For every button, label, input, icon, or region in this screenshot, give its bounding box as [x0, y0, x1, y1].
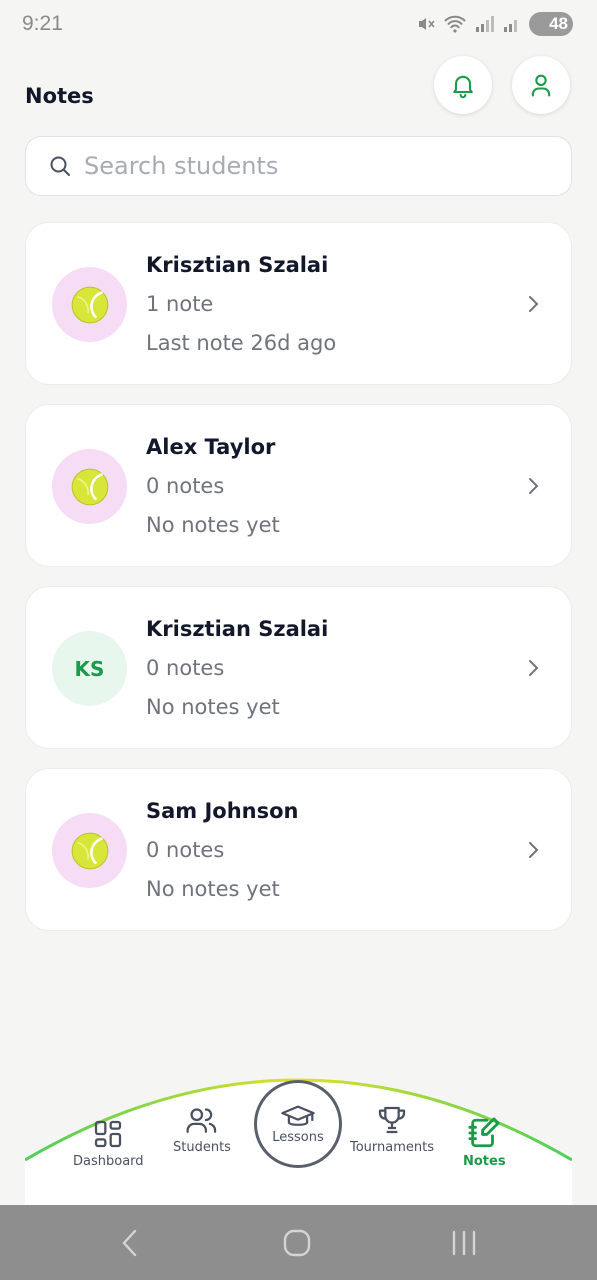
mute-icon	[419, 18, 435, 30]
bottom-navigation: Dashboard Students Lessons Tournaments N…	[25, 1060, 572, 1206]
wifi-icon	[444, 15, 466, 33]
avatar	[52, 267, 127, 342]
note-count: 0 notes	[146, 656, 225, 680]
page-title: Notes	[25, 84, 94, 108]
home-icon[interactable]	[282, 1227, 312, 1259]
student-name: Alex Taylor	[146, 435, 276, 459]
chevron-right-icon	[529, 296, 539, 312]
nav-notes[interactable]: Notes	[463, 1116, 506, 1169]
system-navigation-bar	[0, 1205, 597, 1280]
tennis-ball-icon	[71, 286, 108, 323]
nav-dashboard[interactable]: Dashboard	[73, 1118, 144, 1169]
student-card[interactable]: Alex Taylor 0 notes No notes yet	[25, 404, 572, 567]
last-note: Last note 26d ago	[146, 331, 337, 355]
nav-tournaments-label: Tournaments	[350, 1140, 435, 1155]
signal-icon	[476, 16, 494, 32]
student-card[interactable]: KS Krisztian Szalai 0 notes No notes yet	[25, 586, 572, 749]
tennis-ball-icon	[71, 468, 108, 505]
signal-icon-2	[504, 20, 517, 32]
student-name: Krisztian Szalai	[146, 253, 329, 277]
student-card[interactable]: Krisztian Szalai 1 note Last note 26d ag…	[25, 222, 572, 385]
search-icon	[50, 156, 70, 176]
profile-button[interactable]	[512, 56, 570, 114]
bell-icon	[453, 75, 473, 99]
search-input[interactable]	[84, 152, 524, 180]
chevron-right-icon	[529, 842, 539, 858]
user-icon	[531, 74, 551, 97]
avatar-initials: KS	[52, 631, 127, 706]
chevron-right-icon	[529, 660, 539, 676]
back-icon[interactable]	[118, 1227, 142, 1259]
student-name: Krisztian Szalai	[146, 617, 329, 641]
search-bar[interactable]	[25, 136, 572, 196]
students-icon	[186, 1108, 217, 1133]
status-icons: 48	[417, 12, 573, 36]
student-card[interactable]: Sam Johnson 0 notes No notes yet	[25, 768, 572, 931]
last-note: No notes yet	[146, 695, 280, 719]
last-note: No notes yet	[146, 877, 280, 901]
note-count: 0 notes	[146, 838, 225, 862]
chevron-right-icon	[529, 478, 539, 494]
status-bar: 9:21 48	[0, 0, 597, 50]
avatar	[52, 813, 127, 888]
note-count: 1 note	[146, 292, 214, 316]
graduation-cap-icon	[281, 1104, 315, 1126]
tennis-ball-icon	[71, 832, 108, 869]
recents-icon[interactable]	[450, 1227, 478, 1259]
avatar	[52, 449, 127, 524]
student-name: Sam Johnson	[146, 799, 299, 823]
dashboard-icon	[95, 1120, 122, 1148]
trophy-icon	[378, 1106, 406, 1134]
nav-lessons-label: Lessons	[272, 1129, 324, 1145]
notifications-button[interactable]	[434, 56, 492, 114]
nav-students[interactable]: Students	[173, 1104, 231, 1155]
nav-students-label: Students	[173, 1140, 231, 1155]
battery-indicator: 48	[529, 12, 573, 36]
nav-lessons[interactable]: Lessons	[254, 1080, 342, 1168]
nav-dashboard-label: Dashboard	[73, 1154, 144, 1169]
nav-notes-label: Notes	[463, 1154, 506, 1169]
nav-tournaments[interactable]: Tournaments	[350, 1104, 434, 1155]
status-time: 9:21	[22, 12, 63, 35]
notebook-edit-icon	[468, 1117, 500, 1148]
last-note: No notes yet	[146, 513, 280, 537]
note-count: 0 notes	[146, 474, 225, 498]
